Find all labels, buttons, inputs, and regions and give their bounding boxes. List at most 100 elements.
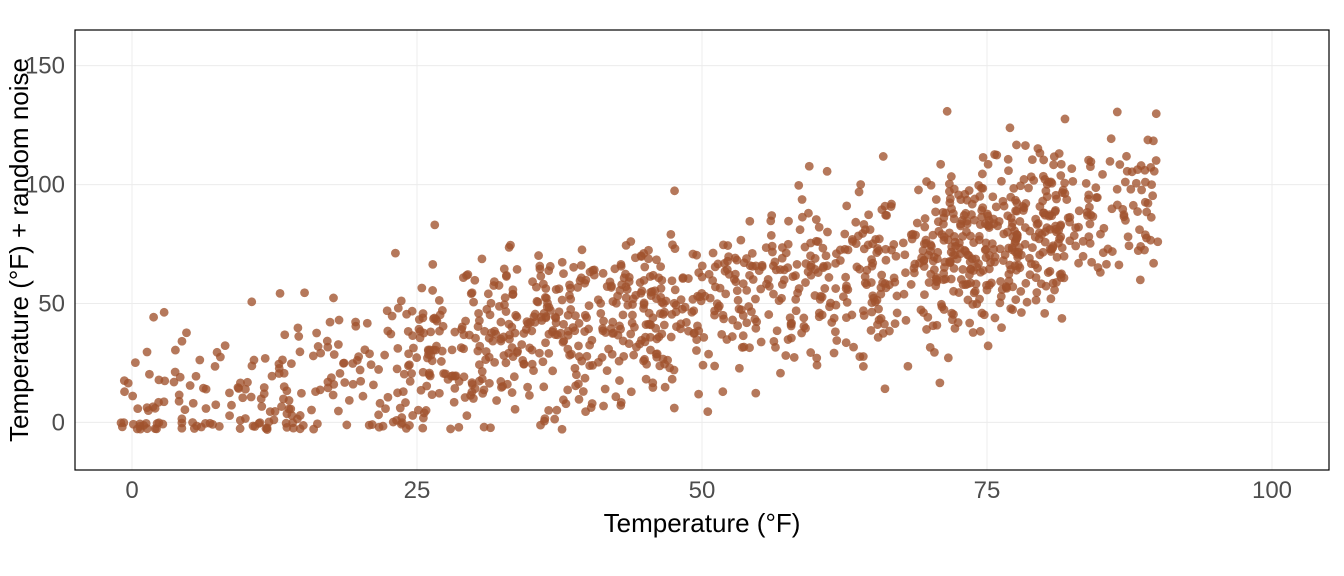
data-point: [329, 380, 338, 389]
data-point: [487, 328, 496, 337]
data-point: [640, 263, 649, 272]
data-point: [143, 348, 152, 357]
data-point: [619, 352, 628, 361]
data-point: [721, 289, 730, 298]
data-point: [545, 330, 554, 339]
data-point: [780, 265, 789, 274]
data-point: [735, 364, 744, 373]
data-point: [661, 383, 670, 392]
data-point: [555, 284, 564, 293]
data-point: [901, 268, 910, 277]
data-point: [904, 362, 913, 371]
data-point: [830, 349, 839, 358]
data-point: [418, 424, 427, 433]
data-point: [1032, 296, 1041, 305]
chart-svg: 0255075100050100150Temperature (°F)Tempe…: [0, 0, 1344, 576]
data-point: [622, 241, 631, 250]
data-point: [408, 307, 417, 316]
data-point: [236, 424, 245, 433]
data-point: [926, 343, 935, 352]
data-point: [795, 284, 804, 293]
data-point: [832, 336, 841, 345]
data-point: [769, 290, 778, 299]
data-point: [541, 338, 550, 347]
data-point: [945, 180, 954, 189]
data-point: [723, 257, 732, 266]
data-point: [562, 399, 571, 408]
data-point: [1056, 171, 1065, 180]
data-point: [736, 236, 745, 245]
data-point: [238, 393, 247, 402]
data-point: [544, 349, 553, 358]
data-point: [670, 366, 679, 375]
data-point: [1149, 259, 1158, 268]
data-point: [309, 352, 318, 361]
data-point: [757, 338, 766, 347]
data-point: [1128, 167, 1137, 176]
data-point: [202, 404, 211, 413]
data-point: [794, 181, 803, 190]
data-point: [621, 270, 630, 279]
data-point: [558, 425, 567, 434]
data-point: [598, 353, 607, 362]
data-point: [739, 331, 748, 340]
data-point: [334, 407, 343, 416]
data-point: [461, 317, 470, 326]
data-point: [276, 289, 285, 298]
data-point: [396, 404, 405, 413]
data-point: [195, 356, 204, 365]
data-point: [963, 279, 972, 288]
data-point: [143, 424, 152, 433]
data-point: [819, 262, 828, 271]
data-point: [508, 388, 517, 397]
data-point: [1065, 213, 1074, 222]
data-point: [227, 401, 236, 410]
data-point: [694, 390, 703, 399]
data-point: [881, 384, 890, 393]
data-point: [932, 195, 941, 204]
data-point: [599, 269, 608, 278]
data-point: [718, 387, 727, 396]
data-point: [874, 305, 883, 314]
data-point: [446, 425, 455, 434]
data-point: [767, 231, 776, 240]
data-point: [384, 393, 393, 402]
data-point: [367, 360, 376, 369]
data-point: [1082, 179, 1091, 188]
data-point: [181, 405, 190, 414]
data-point: [1075, 206, 1084, 215]
data-point: [1011, 237, 1020, 246]
data-point: [1031, 215, 1040, 224]
data-point: [1024, 184, 1033, 193]
data-point: [647, 291, 656, 300]
data-point: [1006, 123, 1015, 132]
data-point: [891, 319, 900, 328]
data-point: [1125, 241, 1134, 250]
data-point: [354, 352, 363, 361]
data-point: [642, 360, 651, 369]
data-point: [619, 337, 628, 346]
data-point: [764, 310, 773, 319]
data-point: [435, 296, 444, 305]
data-point: [601, 385, 610, 394]
data-point: [936, 160, 945, 169]
data-point: [430, 220, 439, 229]
data-point: [1136, 276, 1145, 285]
data-point: [120, 387, 129, 396]
data-point: [462, 411, 471, 420]
data-point: [468, 388, 477, 397]
data-point: [892, 252, 901, 261]
data-point: [582, 313, 591, 322]
data-point: [1029, 176, 1038, 185]
data-point: [951, 324, 960, 333]
data-point: [887, 200, 896, 209]
data-point: [859, 352, 868, 361]
data-point: [921, 214, 930, 223]
data-point: [500, 265, 509, 274]
data-point: [623, 301, 632, 310]
data-point: [929, 321, 938, 330]
data-point: [1129, 201, 1138, 210]
data-point: [929, 231, 938, 240]
data-point: [755, 266, 764, 275]
data-point: [900, 250, 909, 259]
